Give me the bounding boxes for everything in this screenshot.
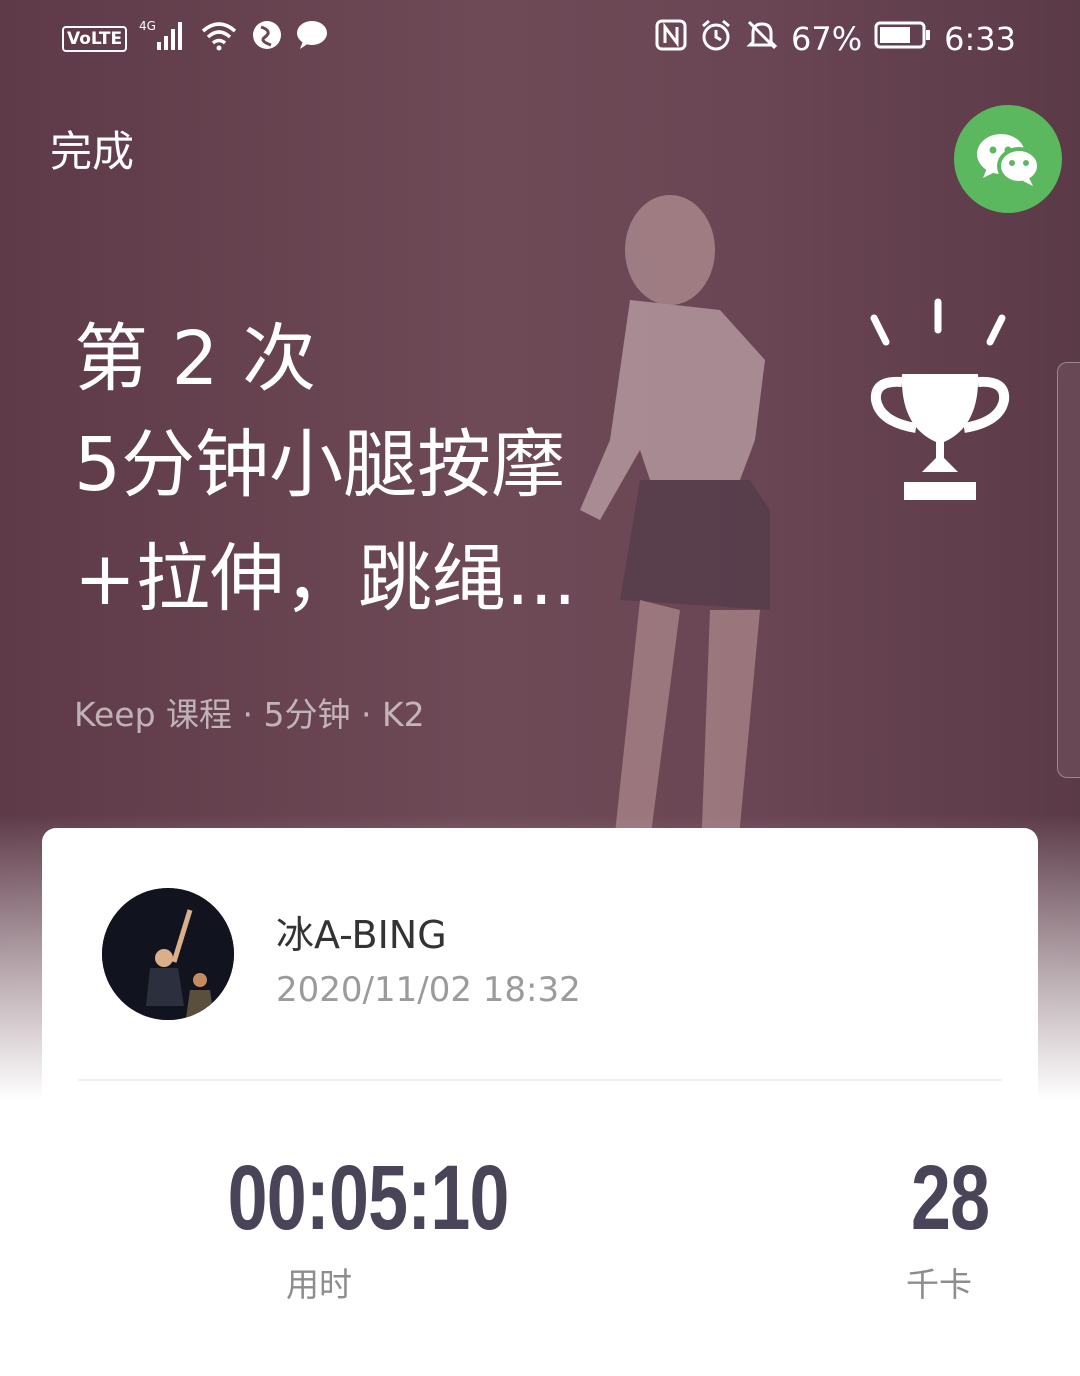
- side-scroll-handle[interactable]: [1057, 362, 1080, 778]
- wechat-share-button[interactable]: [954, 105, 1062, 213]
- nfc-icon: [655, 19, 687, 59]
- user-name: 冰A-BING: [276, 913, 447, 957]
- battery-percent: 67%: [791, 20, 863, 58]
- status-bar: VoLTE 4G 67% 6:33: [0, 0, 1080, 78]
- volte-icon: VoLTE: [62, 26, 128, 52]
- avatar[interactable]: [102, 888, 234, 1020]
- wechat-icon: [977, 134, 1041, 186]
- mute-icon: [745, 18, 779, 60]
- battery-icon: [874, 20, 932, 58]
- calories-value: 28: [911, 1147, 990, 1249]
- vpn-icon: [251, 19, 283, 59]
- divider: [78, 1079, 1002, 1081]
- workout-summary-card: 冰A-BING 2020/11/02 18:32 00:05:10 用时 28 …: [42, 828, 1038, 1350]
- message-icon: [295, 19, 329, 59]
- trophy-icon: [870, 298, 1010, 500]
- signal-icon: 4G: [139, 18, 187, 60]
- svg-text:4G: 4G: [139, 19, 156, 33]
- clock: 6:33: [944, 20, 1016, 58]
- duration-label: 用时: [286, 1265, 352, 1304]
- workout-title-block: 第 2 次 5分钟小腿按摩 +拉伸，跳绳...: [74, 310, 654, 636]
- workout-datetime: 2020/11/02 18:32: [276, 970, 581, 1010]
- calories-label: 千卡: [906, 1265, 972, 1304]
- wifi-icon: [199, 19, 239, 59]
- course-meta: Keep 课程 · 5分钟 · K2: [74, 695, 425, 734]
- course-title-line2: +拉伸，跳绳...: [74, 536, 577, 622]
- workout-count: 第 2 次: [74, 316, 317, 402]
- done-button[interactable]: 完成: [50, 118, 134, 179]
- duration-value: 00:05:10: [227, 1147, 510, 1249]
- alarm-icon: [699, 18, 733, 60]
- course-title-line1: 5分钟小腿按摩: [74, 422, 566, 508]
